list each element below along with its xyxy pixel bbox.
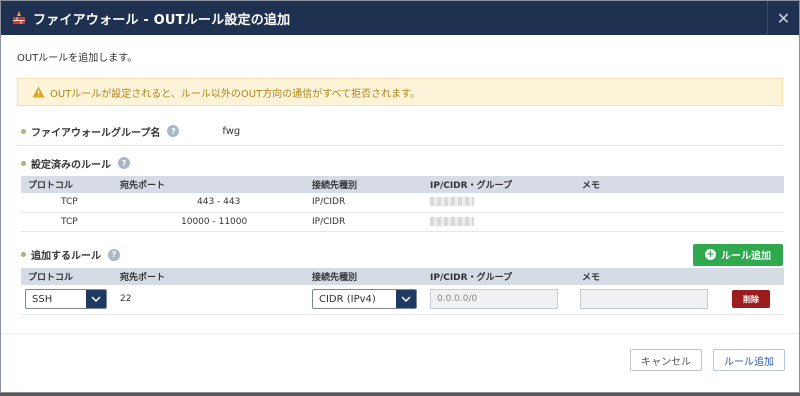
dialog-title: ファイアウォール - OUTルール設定の追加 (33, 12, 291, 28)
new-rules-heading: 追加するルール ? + ルール追加 (17, 243, 783, 266)
firewall-group-row: ファイアウォールグループ名 ? fwg (17, 124, 783, 139)
cell-protocol: TCP (21, 212, 113, 232)
dialog-titlebar: ファイアウォール - OUTルール設定の追加 ✕ (1, 1, 799, 35)
col-action (732, 267, 784, 285)
add-out-rule-dialog: ファイアウォール - OUTルール設定の追加 ✕ OUTルールを追加します。 O… (0, 0, 800, 393)
bullet-icon (21, 160, 26, 166)
chevron-down-icon (86, 290, 106, 309)
firewall-icon (11, 10, 27, 26)
cell-protocol: SSH (21, 284, 113, 315)
cell-type: IP/CIDR (305, 212, 423, 232)
cell-port: 443 - 443 (113, 193, 305, 213)
footer-divider (1, 333, 799, 334)
existing-rules-table: プロトコル 宛先ポート 接続先種別 IP/CIDR・グループ メモ TCP 44… (21, 176, 784, 232)
warning-text: OUTルールが設定されると、ルール以外のOUT方向の通信がすべて拒否されます。 (50, 88, 421, 100)
protocol-select[interactable]: SSH (25, 289, 107, 310)
memo-input[interactable] (580, 289, 708, 310)
add-rule-row-label: ルール追加 (721, 251, 771, 262)
bullet-icon (21, 252, 26, 257)
existing-rules-heading: 設定済みのルール ? (17, 156, 783, 171)
table-row: TCP 443 - 443 IP/CIDR (21, 193, 784, 213)
warning-banner: OUTルールが設定されると、ルール以外のOUT方向の通信がすべて拒否されます。 (17, 78, 783, 106)
col-ip: IP/CIDR・グループ (423, 267, 575, 285)
cell-port: 22 (113, 284, 305, 315)
ip-cidr-input[interactable]: 0.0.0.0/0 (430, 289, 558, 310)
existing-rules-label: 設定済みのルール (31, 159, 111, 171)
plus-circle-icon: + (705, 249, 716, 260)
col-type: 接続先種別 (305, 176, 423, 193)
question-circle-icon[interactable]: ? (118, 157, 130, 169)
question-circle-icon[interactable]: ? (167, 125, 180, 137)
table-row: SSH 22 CIDR (IPv4) 0.0.0.0/0 削除 (21, 284, 784, 315)
col-protocol: プロトコル (21, 267, 113, 285)
cell-memo (575, 193, 784, 213)
col-memo: メモ (575, 267, 732, 285)
col-ip: IP/CIDR・グループ (423, 176, 575, 193)
intro-text: OUTルールを追加します。 (17, 53, 138, 64)
table-header-row: プロトコル 宛先ポート 接続先種別 IP/CIDR・グループ メモ (21, 176, 784, 193)
chevron-down-icon (396, 290, 416, 309)
bullet-icon (21, 128, 26, 134)
protocol-select-value: SSH (32, 293, 53, 305)
cancel-button[interactable]: キャンセル (630, 349, 702, 371)
warning-triangle-icon (32, 86, 45, 98)
table-header-row: プロトコル 宛先ポート 接続先種別 IP/CIDR・グループ メモ (21, 267, 784, 285)
col-type: 接続先種別 (305, 267, 423, 285)
redacted-ip (430, 216, 474, 226)
new-rules-table: プロトコル 宛先ポート 接続先種別 IP/CIDR・グループ メモ SSH 22… (21, 267, 784, 315)
cell-action: 削除 (732, 284, 784, 315)
cell-memo (575, 212, 784, 232)
add-rule-row-button[interactable]: + ルール追加 (693, 243, 783, 266)
close-icon[interactable]: ✕ (767, 1, 799, 35)
table-row: TCP 10000 - 11000 IP/CIDR (21, 212, 784, 232)
col-port: 宛先ポート (113, 176, 305, 193)
col-memo: メモ (575, 176, 784, 193)
question-circle-icon[interactable]: ? (108, 248, 120, 261)
col-protocol: プロトコル (21, 176, 113, 193)
divider (17, 145, 783, 146)
submit-add-rule-button[interactable]: ルール追加 (713, 349, 785, 371)
firewall-group-label: ファイアウォールグループ名 (31, 127, 161, 139)
cell-ip (423, 212, 575, 232)
new-rules-label: 追加するルール (31, 251, 101, 262)
destination-type-select[interactable]: CIDR (IPv4) (312, 289, 417, 310)
cell-ip: 0.0.0.0/0 (423, 284, 575, 315)
port-value[interactable]: 22 (120, 294, 131, 304)
delete-button[interactable]: 削除 (732, 290, 770, 309)
cell-protocol: TCP (21, 193, 113, 213)
destination-type-value: CIDR (IPv4) (319, 293, 376, 305)
cell-ip (423, 193, 575, 213)
cell-memo (575, 284, 732, 315)
redacted-ip (430, 197, 474, 207)
cell-type: CIDR (IPv4) (305, 284, 423, 315)
col-port: 宛先ポート (113, 267, 305, 285)
cell-type: IP/CIDR (305, 193, 423, 213)
cell-port: 10000 - 11000 (113, 212, 305, 232)
firewall-group-value: fwg (222, 125, 241, 137)
